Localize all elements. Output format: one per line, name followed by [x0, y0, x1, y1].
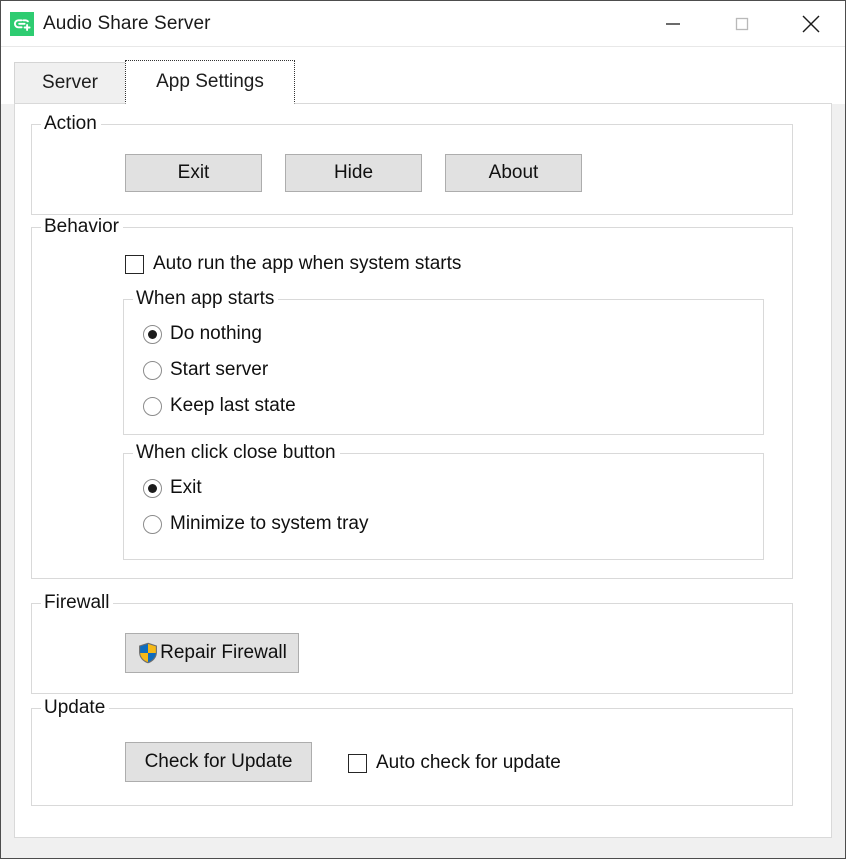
title-bar: Audio Share Server: [1, 1, 845, 47]
uac-shield-icon: [137, 642, 159, 664]
radio-keep-last-state[interactable]: [143, 396, 162, 416]
action-group: Action Exit Hide About: [31, 113, 793, 215]
when-click-close-group: When click close button Exit Minimize to…: [123, 442, 764, 560]
radio-start-server-label: Start server: [170, 359, 269, 380]
behavior-group-legend: Behavior: [41, 216, 123, 238]
radio-close-exit[interactable]: [143, 478, 162, 498]
update-group-legend: Update: [41, 697, 110, 719]
tab-app-settings[interactable]: App Settings: [125, 60, 295, 104]
tab-app-settings-label: App Settings: [156, 71, 264, 92]
tab-server[interactable]: Server: [14, 62, 126, 103]
hide-button-label: Hide: [333, 162, 374, 183]
update-group: Update Check for Update Auto check for u…: [31, 697, 793, 806]
minimize-icon[interactable]: [638, 1, 707, 46]
firewall-group: Firewall Repair Firewall: [31, 592, 793, 694]
link-plus-icon: [10, 11, 34, 36]
radio-do-nothing-row[interactable]: Do nothing: [143, 323, 262, 345]
check-for-update-button[interactable]: Check for Update: [125, 742, 312, 782]
window-controls: [638, 1, 845, 46]
tab-strip: Server App Settings: [1, 47, 845, 104]
hide-button[interactable]: Hide: [285, 154, 422, 192]
maximize-icon[interactable]: [707, 1, 776, 46]
repair-firewall-label: Repair Firewall: [160, 642, 287, 663]
check-for-update-label: Check for Update: [144, 751, 293, 772]
firewall-group-legend: Firewall: [41, 592, 114, 614]
repair-firewall-button[interactable]: Repair Firewall: [125, 633, 299, 673]
radio-minimize-tray-label: Minimize to system tray: [170, 513, 369, 534]
when-click-close-legend: When click close button: [133, 442, 340, 464]
exit-button-label: Exit: [177, 162, 210, 183]
auto-check-update-label: Auto check for update: [376, 752, 561, 773]
action-group-legend: Action: [41, 113, 101, 135]
tab-server-label: Server: [42, 72, 98, 93]
radio-start-server-row[interactable]: Start server: [143, 359, 268, 381]
when-app-starts-group: When app starts Do nothing Start server …: [123, 288, 764, 435]
autorun-label: Auto run the app when system starts: [153, 253, 462, 274]
exit-button[interactable]: Exit: [125, 154, 262, 192]
radio-close-exit-label: Exit: [170, 477, 202, 498]
radio-start-server[interactable]: [143, 360, 162, 380]
about-button[interactable]: About: [445, 154, 582, 192]
radio-keep-last-state-label: Keep last state: [170, 395, 296, 416]
app-settings-panel: Action Exit Hide About Behavior Auto run…: [14, 103, 832, 838]
window-title: Audio Share Server: [43, 12, 211, 34]
window-bottom-bar: [1, 838, 845, 858]
radio-minimize-tray[interactable]: [143, 514, 162, 534]
autorun-checkbox-row[interactable]: Auto run the app when system starts: [125, 253, 461, 275]
radio-keep-last-state-row[interactable]: Keep last state: [143, 395, 296, 417]
auto-check-update-row[interactable]: Auto check for update: [348, 752, 561, 774]
radio-close-exit-row[interactable]: Exit: [143, 477, 202, 499]
radio-do-nothing[interactable]: [143, 324, 162, 344]
when-app-starts-legend: When app starts: [133, 288, 279, 310]
about-button-label: About: [488, 162, 539, 183]
app-window: Audio Share Server Server App Settings A…: [0, 0, 846, 859]
radio-minimize-tray-row[interactable]: Minimize to system tray: [143, 513, 368, 535]
close-icon[interactable]: [776, 1, 845, 46]
auto-check-update-checkbox[interactable]: [348, 753, 367, 773]
radio-do-nothing-label: Do nothing: [170, 323, 262, 344]
behavior-group: Behavior Auto run the app when system st…: [31, 216, 793, 579]
autorun-checkbox[interactable]: [125, 254, 144, 274]
